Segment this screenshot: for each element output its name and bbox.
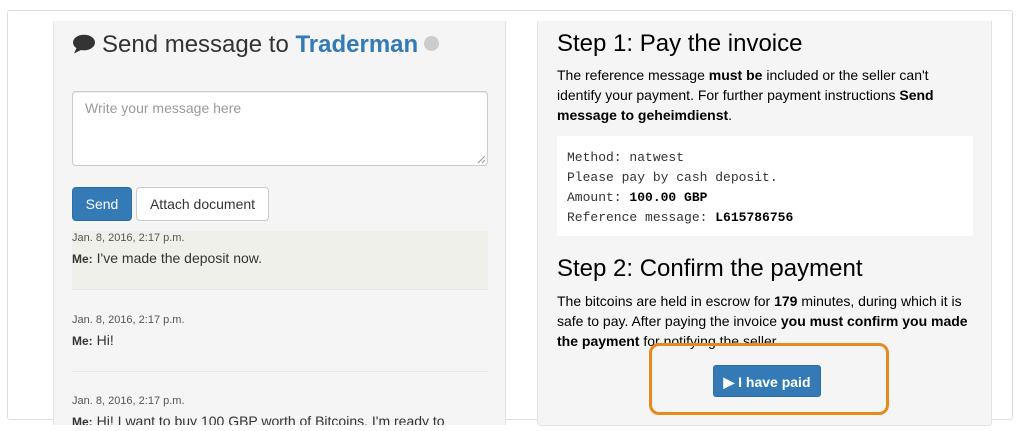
i-have-paid-button[interactable]: ▶ I have paid (713, 365, 821, 397)
reference-line: Reference message: L615786756 (567, 208, 963, 228)
message-divider (72, 371, 488, 372)
message-divider (72, 289, 488, 290)
message-sender: Me: (72, 334, 93, 348)
resize-grip-icon[interactable] (476, 154, 486, 164)
attach-document-button[interactable]: Attach document (136, 187, 269, 221)
message-input[interactable] (72, 91, 488, 166)
amount-label: Amount: (567, 190, 622, 205)
step2-text-part: for notifying the seller. (639, 333, 780, 349)
reference-label: Reference message: (567, 210, 708, 225)
message-text: I've made the deposit now. (96, 250, 263, 266)
message-sender: Me: (72, 252, 93, 266)
chat-title-prefix: Send message to (102, 31, 289, 58)
step1-emphasis: must be (708, 67, 763, 83)
step1-text: The reference message must be included o… (557, 65, 975, 125)
page-frame: Send message to Traderman Send Attach do… (7, 10, 1013, 426)
payment-details: Method: natwest Please pay by cash depos… (557, 136, 973, 236)
step1-text-part: The reference message (557, 67, 709, 83)
message-body: Me: Hi! (72, 331, 488, 350)
message-item: Jan. 8, 2016, 2:17 p.m. Me: Hi! I want to… (72, 394, 488, 425)
message-time: Jan. 8, 2016, 2:17 p.m. (72, 314, 185, 326)
send-button[interactable]: Send (72, 187, 132, 221)
message-time: Jan. 8, 2016, 2:17 p.m. (72, 395, 185, 407)
message-text: Hi! (96, 332, 114, 348)
method-value: natwest (629, 150, 685, 165)
amount-value: 100.00 GBP (629, 190, 708, 205)
method-label: Method: (567, 150, 622, 165)
step2-text: The bitcoins are held in escrow for 179 … (557, 291, 975, 351)
status-dot-icon (424, 36, 440, 51)
step2-title: Step 2: Confirm the payment (557, 255, 863, 282)
instruction-line: Please pay by cash deposit. (567, 170, 778, 185)
message-sender: Me: (72, 415, 93, 425)
chat-panel: Send message to Traderman Send Attach do… (53, 21, 506, 425)
step1-text-part: . (728, 107, 733, 123)
message-text: Hi! I want to buy 100 GBP worth of Bitco… (96, 413, 445, 425)
message-body: Me: I've made the deposit now. (72, 249, 488, 268)
payment-panel: Step 1: Pay the invoice The reference me… (537, 21, 992, 426)
step2-text-part: The bitcoins are held in escrow for (557, 293, 775, 309)
message-item: Jan. 8, 2016, 2:17 p.m. Me: I've made the… (72, 231, 488, 289)
reference-value: L615786756 (715, 210, 794, 225)
escrow-minutes: 179 (774, 293, 798, 309)
speech-bubble-icon (73, 34, 95, 54)
message-item: Jan. 8, 2016, 2:17 p.m. Me: Hi! (72, 313, 488, 350)
amount-line: Amount: 100.00 GBP (567, 188, 963, 208)
method-line: Method: natwest (567, 148, 963, 168)
step1-title: Step 1: Pay the invoice (557, 30, 803, 57)
seller-link[interactable]: Traderman (295, 31, 418, 58)
chat-title: Send message to Traderman (72, 30, 440, 60)
message-body: Me: Hi! I want to buy 100 GBP worth of Bi… (72, 412, 488, 425)
message-time: Jan. 8, 2016, 2:17 p.m. (72, 232, 185, 244)
